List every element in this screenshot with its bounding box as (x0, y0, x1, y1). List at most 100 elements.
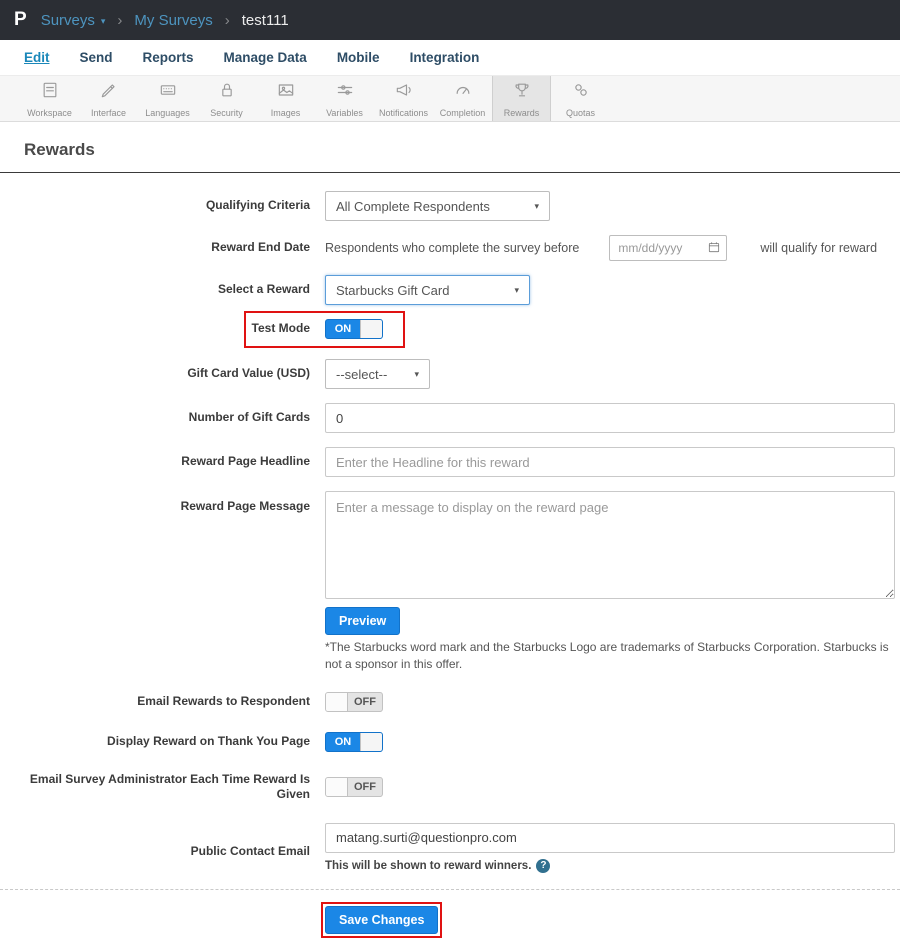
toolbar-item-completion[interactable]: Completion (433, 76, 492, 121)
surveys-menu[interactable]: Surveys (41, 12, 95, 29)
reward-end-date-suffix: will qualify for reward (760, 241, 878, 255)
email-admin-row: Email Survey Administrator Each Time Rew… (0, 772, 900, 803)
help-icon[interactable]: ? (536, 858, 551, 873)
breadcrumb-my-surveys[interactable]: My Surveys (134, 12, 212, 29)
save-changes-annotation-box: Save Changes (321, 901, 443, 938)
preview-button[interactable]: Preview (325, 607, 401, 635)
toolbar-item-languages[interactable]: Languages (138, 76, 197, 121)
display-reward-label: Display Reward on Thank You Page (107, 733, 310, 748)
qualifying-criteria-label: Qualifying Criteria (205, 198, 310, 213)
nav-tab-reports[interactable]: Reports (143, 50, 194, 65)
toolbar-item-label: Completion (439, 107, 486, 118)
reward-page-headline-row: Reward Page Headline (0, 447, 900, 477)
gift-card-value-label: Gift Card Value (USD) (187, 366, 310, 381)
toggle-knob (326, 692, 348, 711)
toolbar-item-workspace[interactable]: Workspace (20, 76, 79, 121)
qualifying-criteria-select[interactable]: All Complete Respondents ▾ (325, 191, 550, 221)
save-divider (0, 888, 900, 890)
toolbar-item-label: Variables (326, 107, 363, 118)
reward-end-date-row: Reward End Date Respondents who complete… (0, 235, 900, 261)
reward-end-date-field (609, 235, 728, 261)
breadcrumb-chevron-icon: › (117, 11, 123, 29)
nav-tab-integration[interactable]: Integration (410, 50, 480, 65)
toolbar-item-rewards[interactable]: Rewards (492, 76, 551, 121)
toggle-knob (360, 732, 382, 751)
public-contact-email-helper: This will be shown to reward winners. ? (325, 858, 895, 873)
toolbar-item-label: Workspace (27, 107, 72, 118)
workspace-icon (40, 80, 60, 105)
toolbar-item-images[interactable]: Images (256, 76, 315, 121)
security-lock-icon (217, 80, 237, 105)
gift-card-value-select[interactable]: --select-- ▾ (325, 359, 430, 389)
variables-sliders-icon (335, 80, 355, 105)
select-reward-select[interactable]: Starbucks Gift Card ▾ (325, 275, 530, 305)
nav-tab-edit[interactable]: Edit (24, 50, 50, 65)
nav-tab-send[interactable]: Send (80, 50, 113, 65)
quotas-icon (571, 80, 591, 105)
preview-row: Preview (0, 607, 900, 635)
nav-tab-mobile[interactable]: Mobile (337, 50, 380, 65)
rewards-form: Qualifying Criteria All Complete Respond… (0, 173, 900, 938)
public-contact-email-input[interactable] (325, 822, 895, 853)
public-contact-email-row: Public Contact Email This will be shown … (0, 822, 900, 873)
breadcrumb-current-survey: test111 (241, 11, 289, 29)
display-reward-row: Display Reward on Thank You Page ON (0, 731, 900, 752)
toolbar-item-variables[interactable]: Variables (315, 76, 374, 121)
test-mode-row: Test Mode ON (0, 311, 900, 348)
select-reward-value: Starbucks Gift Card (336, 282, 450, 298)
reward-page-message-row: Reward Page Message (0, 491, 900, 599)
toolbar-item-label: Images (270, 107, 301, 118)
toggle-state-label: OFF (354, 781, 376, 794)
chevron-down-icon: ▾ (534, 200, 539, 211)
toolbar-item-quotas[interactable]: Quotas (551, 76, 610, 121)
toolbar-item-label: Interface (90, 107, 127, 118)
toolbar-item-label: Quotas (565, 107, 596, 118)
toggle-state-label: ON (334, 323, 352, 335)
toolbar-item-security[interactable]: Security (197, 76, 256, 121)
gift-card-value-row: Gift Card Value (USD) --select-- ▾ (0, 359, 900, 389)
display-reward-toggle[interactable]: ON (325, 731, 383, 752)
main-nav: Edit Send Reports Manage Data Mobile Int… (0, 40, 900, 75)
page-title: Rewards (24, 140, 95, 159)
select-reward-label: Select a Reward (217, 282, 310, 297)
select-reward-row: Select a Reward Starbucks Gift Card ▾ (0, 275, 900, 305)
toggle-knob (360, 320, 382, 338)
save-changes-button[interactable]: Save Changes (325, 905, 439, 934)
completion-gauge-icon (453, 80, 473, 105)
toolbar-item-label: Rewards (503, 107, 540, 118)
reward-page-headline-input[interactable] (325, 447, 895, 477)
toolbar-item-label: Languages (145, 107, 190, 118)
reward-page-headline-label: Reward Page Headline (181, 454, 310, 469)
number-of-gift-cards-input[interactable] (325, 403, 895, 433)
toolbar-item-label: Security (210, 107, 243, 118)
email-admin-label: Email Survey Administrator Each Time Rew… (29, 771, 310, 802)
questionpro-logo[interactable]: P (14, 9, 27, 31)
toolbar-item-interface[interactable]: Interface (79, 76, 138, 121)
notifications-megaphone-icon (394, 80, 414, 105)
toggle-state-label: OFF (354, 695, 376, 708)
email-admin-toggle[interactable]: OFF (325, 777, 383, 798)
reward-end-date-prefix: Respondents who complete the survey befo… (325, 241, 580, 255)
toolbar-item-notifications[interactable]: Notifications (374, 76, 433, 121)
public-contact-email-label: Public Contact Email (190, 844, 310, 859)
test-mode-toggle[interactable]: ON (325, 319, 383, 339)
number-of-gift-cards-label: Number of Gift Cards (188, 410, 310, 425)
surveys-caret-icon[interactable]: ▾ (101, 16, 106, 27)
chevron-down-icon: ▾ (414, 368, 419, 379)
starbucks-disclaimer: *The Starbucks word mark and the Starbuc… (325, 640, 889, 672)
email-rewards-toggle[interactable]: OFF (325, 691, 383, 712)
test-mode-label: Test Mode (251, 321, 310, 336)
rewards-trophy-icon (512, 80, 532, 105)
languages-icon (158, 80, 178, 105)
nav-tab-manage-data[interactable]: Manage Data (224, 50, 307, 65)
public-contact-email-field: This will be shown to reward winners. ? (325, 822, 895, 873)
reward-page-message-label: Reward Page Message (180, 499, 310, 513)
calendar-icon[interactable] (707, 240, 721, 254)
breadcrumb-chevron-icon: › (224, 11, 230, 29)
helper-text: This will be shown to reward winners. (325, 859, 532, 872)
interface-icon (99, 80, 119, 105)
toggle-state-label: ON (334, 735, 352, 748)
reward-page-message-textarea[interactable] (325, 491, 895, 599)
number-of-gift-cards-row: Number of Gift Cards (0, 403, 900, 433)
qualifying-criteria-value: All Complete Respondents (336, 198, 490, 214)
